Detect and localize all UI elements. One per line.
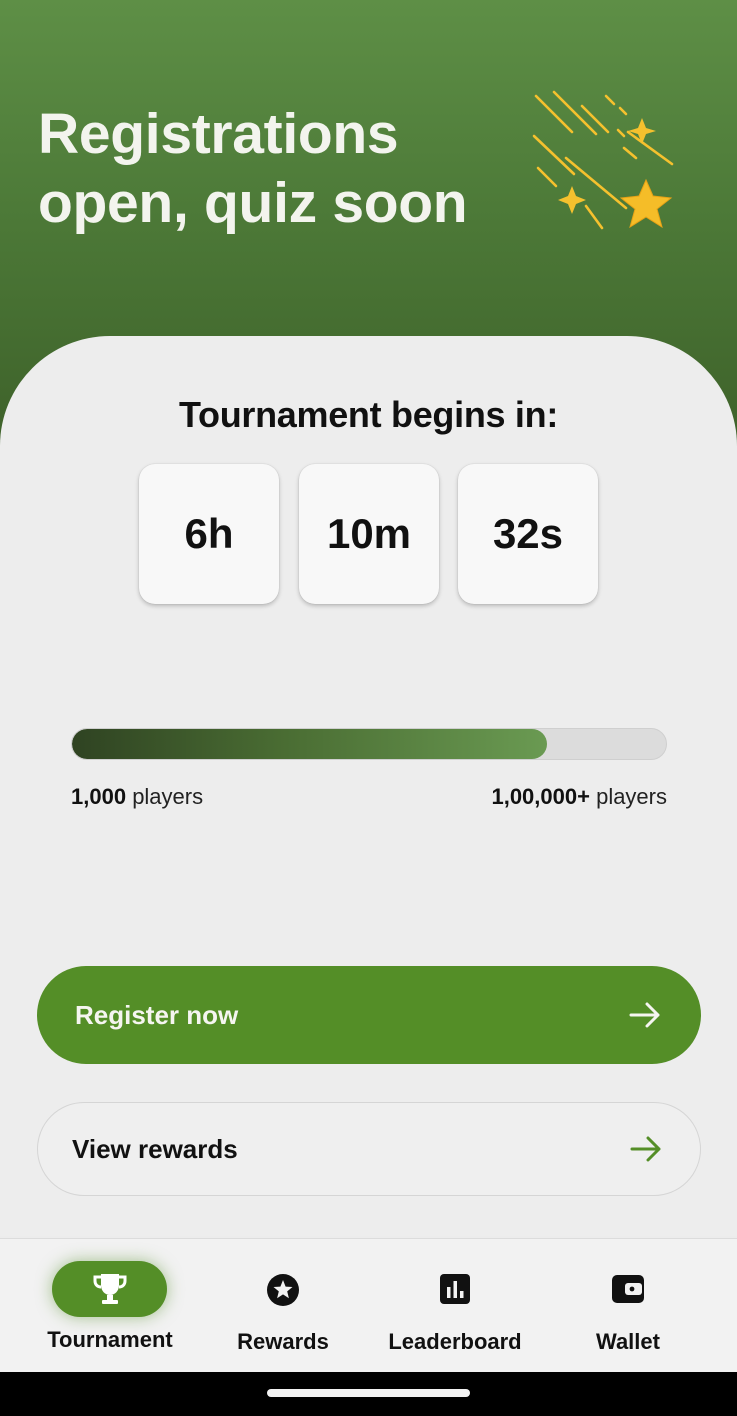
progress-min-label: 1,000 players — [71, 784, 203, 810]
progress-max-value: 1,00,000+ — [491, 784, 590, 809]
nav-label-rewards: Rewards — [237, 1329, 329, 1354]
players-progress-fill — [72, 729, 548, 759]
progress-min-value: 1,000 — [71, 784, 127, 809]
wallet-icon — [612, 1275, 644, 1303]
star-badge-icon — [267, 1274, 299, 1306]
register-now-button[interactable]: Register now — [37, 966, 701, 1064]
arrow-right-icon — [629, 1002, 660, 1028]
home-indicator[interactable] — [267, 1389, 470, 1397]
nav-label-wallet: Wallet — [596, 1329, 660, 1354]
arrow-right-icon — [630, 1136, 661, 1162]
view-rewards-label: View rewards — [72, 1133, 238, 1164]
bottom-navigation: Tournament Rewards Leaderboard Wallet — [0, 1238, 737, 1372]
hero-title-line1: Registrations — [38, 102, 399, 166]
countdown-seconds: 32s — [458, 464, 598, 604]
system-navigation-bar — [0, 1372, 737, 1416]
countdown-hours: 6h — [139, 464, 279, 604]
bar-chart-icon — [440, 1274, 470, 1304]
progress-max-label: 1,00,000+ players — [491, 784, 667, 810]
countdown-minutes: 10m — [299, 464, 439, 604]
nav-label-tournament: Tournament — [47, 1327, 173, 1352]
nav-tab-rewards[interactable]: Rewards — [203, 1239, 363, 1373]
trophy-icon — [93, 1274, 127, 1304]
hero-title-line2: open, quiz soon — [38, 171, 468, 235]
view-rewards-button[interactable]: View rewards — [37, 1102, 701, 1196]
nav-tab-tournament[interactable]: Tournament — [30, 1239, 190, 1373]
shooting-stars-icon — [532, 90, 674, 230]
nav-label-leaderboard: Leaderboard — [388, 1329, 522, 1354]
register-now-label: Register now — [75, 999, 239, 1030]
players-progress-bar — [71, 728, 667, 760]
countdown-title: Tournament begins in: — [178, 394, 559, 435]
nav-tab-leaderboard[interactable]: Leaderboard — [375, 1239, 535, 1373]
progress-max-unit: players — [596, 784, 667, 809]
nav-tab-wallet[interactable]: Wallet — [548, 1239, 708, 1373]
hero-title: Registrations open, quiz soon — [38, 100, 478, 238]
progress-min-unit: players — [132, 784, 204, 809]
